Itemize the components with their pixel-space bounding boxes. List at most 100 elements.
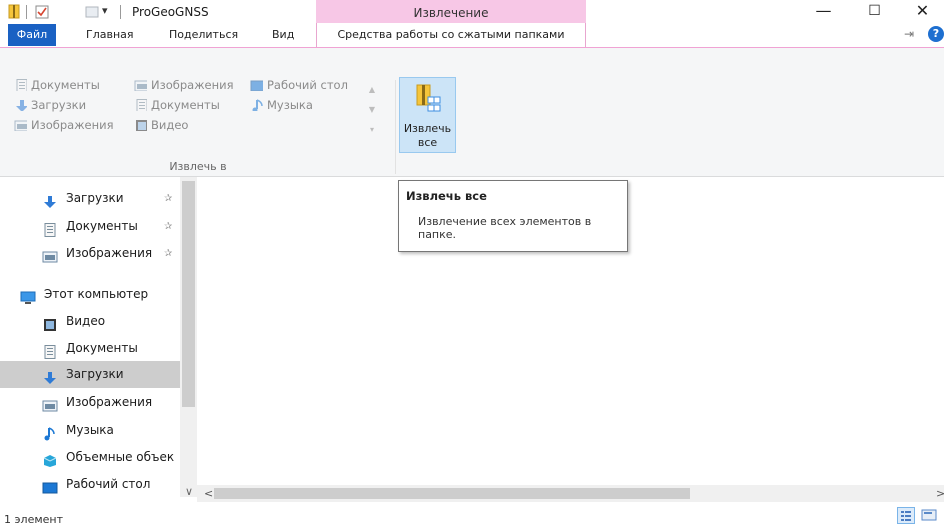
extract-all-label-line2: все — [417, 136, 438, 149]
gallery-item[interactable]: Видео — [134, 116, 188, 135]
gallery-more-icon[interactable]: ▾ — [366, 120, 378, 140]
nav-scrollbar-thumb[interactable] — [182, 181, 195, 407]
close-button[interactable]: ✕ — [900, 0, 944, 23]
nav-item[interactable]: Изображения — [0, 389, 180, 416]
documents-icon — [14, 78, 28, 93]
ribbon-tabs: Файл Главная Поделиться Вид Средства раб… — [0, 23, 944, 47]
gallery-item-label: Музыка — [267, 98, 313, 112]
nav-item[interactable]: Загрузки ✰ — [0, 185, 180, 212]
maximize-button[interactable]: ☐ — [852, 0, 897, 23]
gallery-item[interactable]: Загрузки — [14, 96, 86, 115]
title-bar: ▾ ProGeoGNSS Извлечение — ☐ ✕ — [0, 0, 944, 24]
downloads-icon — [42, 368, 58, 384]
gallery-item-label: Загрузки — [31, 98, 87, 112]
nav-item[interactable]: Объемные объек — [0, 444, 180, 471]
music-icon — [250, 98, 263, 113]
gallery-item-label: Документы — [31, 78, 100, 92]
nav-item-label: Рабочий стол — [66, 477, 151, 491]
nav-item-label: Изображения — [66, 395, 153, 409]
extract-all-icon — [416, 84, 441, 112]
large-icons-view-icon[interactable] — [920, 507, 938, 524]
scroll-right-icon[interactable]: > — [936, 487, 944, 500]
extract-all-tooltip: Извлечь все Извлечение всех элементов в … — [398, 180, 628, 252]
new-folder-icon[interactable] — [85, 5, 99, 19]
gallery-item[interactable]: Рабочий стол — [250, 76, 348, 95]
nav-item-label: Этот компьютер — [44, 287, 149, 301]
gallery-item-label: Изображения — [151, 78, 234, 92]
gallery-item[interactable]: Изображения — [14, 116, 114, 135]
downloads-icon — [42, 192, 58, 208]
tooltip-title: Извлечь все — [406, 189, 487, 203]
downloads-icon — [14, 98, 28, 112]
gallery-item[interactable]: Музыка — [250, 96, 313, 115]
gallery-item[interactable]: Документы — [134, 96, 220, 115]
minimize-button[interactable]: — — [801, 0, 846, 23]
tab-view[interactable]: Вид — [272, 23, 294, 47]
details-view-icon[interactable] — [897, 507, 915, 524]
gallery-item-label: Документы — [151, 98, 220, 112]
tab-home[interactable]: Главная — [86, 23, 134, 47]
extract-to-gallery: Документы Изображения Рабочий стол Загрузки… — [14, 76, 384, 156]
nav-scroll-down-icon[interactable]: ∨ — [185, 485, 193, 498]
nav-item[interactable]: Изображения ✰ — [0, 240, 180, 267]
nav-item-label: Документы — [66, 341, 138, 355]
documents-icon — [42, 342, 58, 359]
pin-ribbon-icon[interactable]: ⇥ — [904, 27, 914, 41]
zip-folder-icon — [8, 4, 20, 19]
nav-item[interactable]: Этот компьютер — [0, 281, 180, 308]
gallery-item[interactable]: Документы — [14, 76, 100, 95]
nav-item[interactable]: Рабочий стол — [0, 471, 180, 498]
nav-item-label: Объемные объек — [66, 450, 175, 464]
nav-item-label: Документы — [66, 219, 138, 233]
tab-compressed-folder-tools[interactable]: Средства работы со сжатыми папками — [316, 23, 586, 47]
horizontal-scrollbar-thumb[interactable] — [214, 488, 690, 499]
item-count: 1 элемент — [4, 513, 63, 526]
nav-item[interactable]: Загрузки — [0, 361, 180, 388]
pictures-icon — [42, 396, 58, 412]
documents-icon — [134, 98, 148, 113]
nav-item[interactable]: Документы — [0, 335, 180, 362]
3d-objects-icon — [42, 451, 58, 467]
videos-icon — [42, 315, 58, 331]
pin-icon: ✰ — [164, 221, 173, 232]
scroll-left-icon[interactable]: < — [204, 487, 213, 500]
pin-icon: ✰ — [164, 248, 173, 259]
nav-item-label: Музыка — [66, 423, 114, 437]
nav-item-label: Видео — [66, 314, 106, 328]
quick-access-dropdown[interactable]: ▾ — [102, 4, 108, 17]
gallery-scroll[interactable]: ▲ ▼ ▾ — [366, 80, 378, 150]
tab-share[interactable]: Поделиться — [169, 23, 238, 47]
desktop-icon — [42, 478, 58, 494]
status-bar: 1 элемент — [0, 505, 944, 529]
ribbon-group-label: Извлечь в — [169, 160, 227, 173]
extract-all-button[interactable]: Извлечь все — [399, 77, 456, 153]
window-title: ProGeoGNSS — [132, 5, 209, 19]
gallery-item-label: Изображения — [31, 118, 114, 132]
gallery-item-label: Рабочий стол — [267, 78, 348, 92]
extract-all-label: Извлечь все — [400, 122, 455, 150]
navigation-pane: Загрузки ✰ Документы ✰ Изображения ✰ Этот комп… — [0, 177, 196, 497]
nav-item[interactable]: Музыка — [0, 417, 180, 444]
nav-item-label: Загрузки — [66, 367, 124, 381]
ribbon-group-separator — [395, 80, 396, 174]
nav-item[interactable]: Видео — [0, 308, 180, 335]
extract-all-label-line1: Извлечь — [403, 122, 452, 135]
videos-icon — [134, 118, 148, 132]
nav-item[interactable]: Документы ✰ — [0, 213, 180, 240]
tooltip-body: Извлечение всех элементов в папке. — [418, 215, 592, 241]
gallery-down-icon[interactable]: ▼ — [366, 100, 378, 120]
gallery-item[interactable]: Изображения — [134, 76, 234, 95]
toolbar-separator — [26, 5, 27, 19]
gallery-up-icon[interactable]: ▲ — [366, 80, 378, 100]
help-icon[interactable]: ? — [928, 26, 944, 42]
tab-file[interactable]: Файл — [8, 24, 56, 46]
music-icon — [42, 424, 58, 441]
nav-item-label: Изображения — [66, 246, 153, 260]
pictures-icon — [42, 247, 58, 263]
desktop-icon — [250, 78, 266, 92]
nav-item-label: Загрузки — [66, 191, 124, 205]
pin-icon: ✰ — [164, 193, 173, 204]
properties-icon[interactable] — [35, 5, 49, 19]
this-pc-icon — [20, 288, 36, 304]
toolbar-separator — [120, 5, 121, 19]
